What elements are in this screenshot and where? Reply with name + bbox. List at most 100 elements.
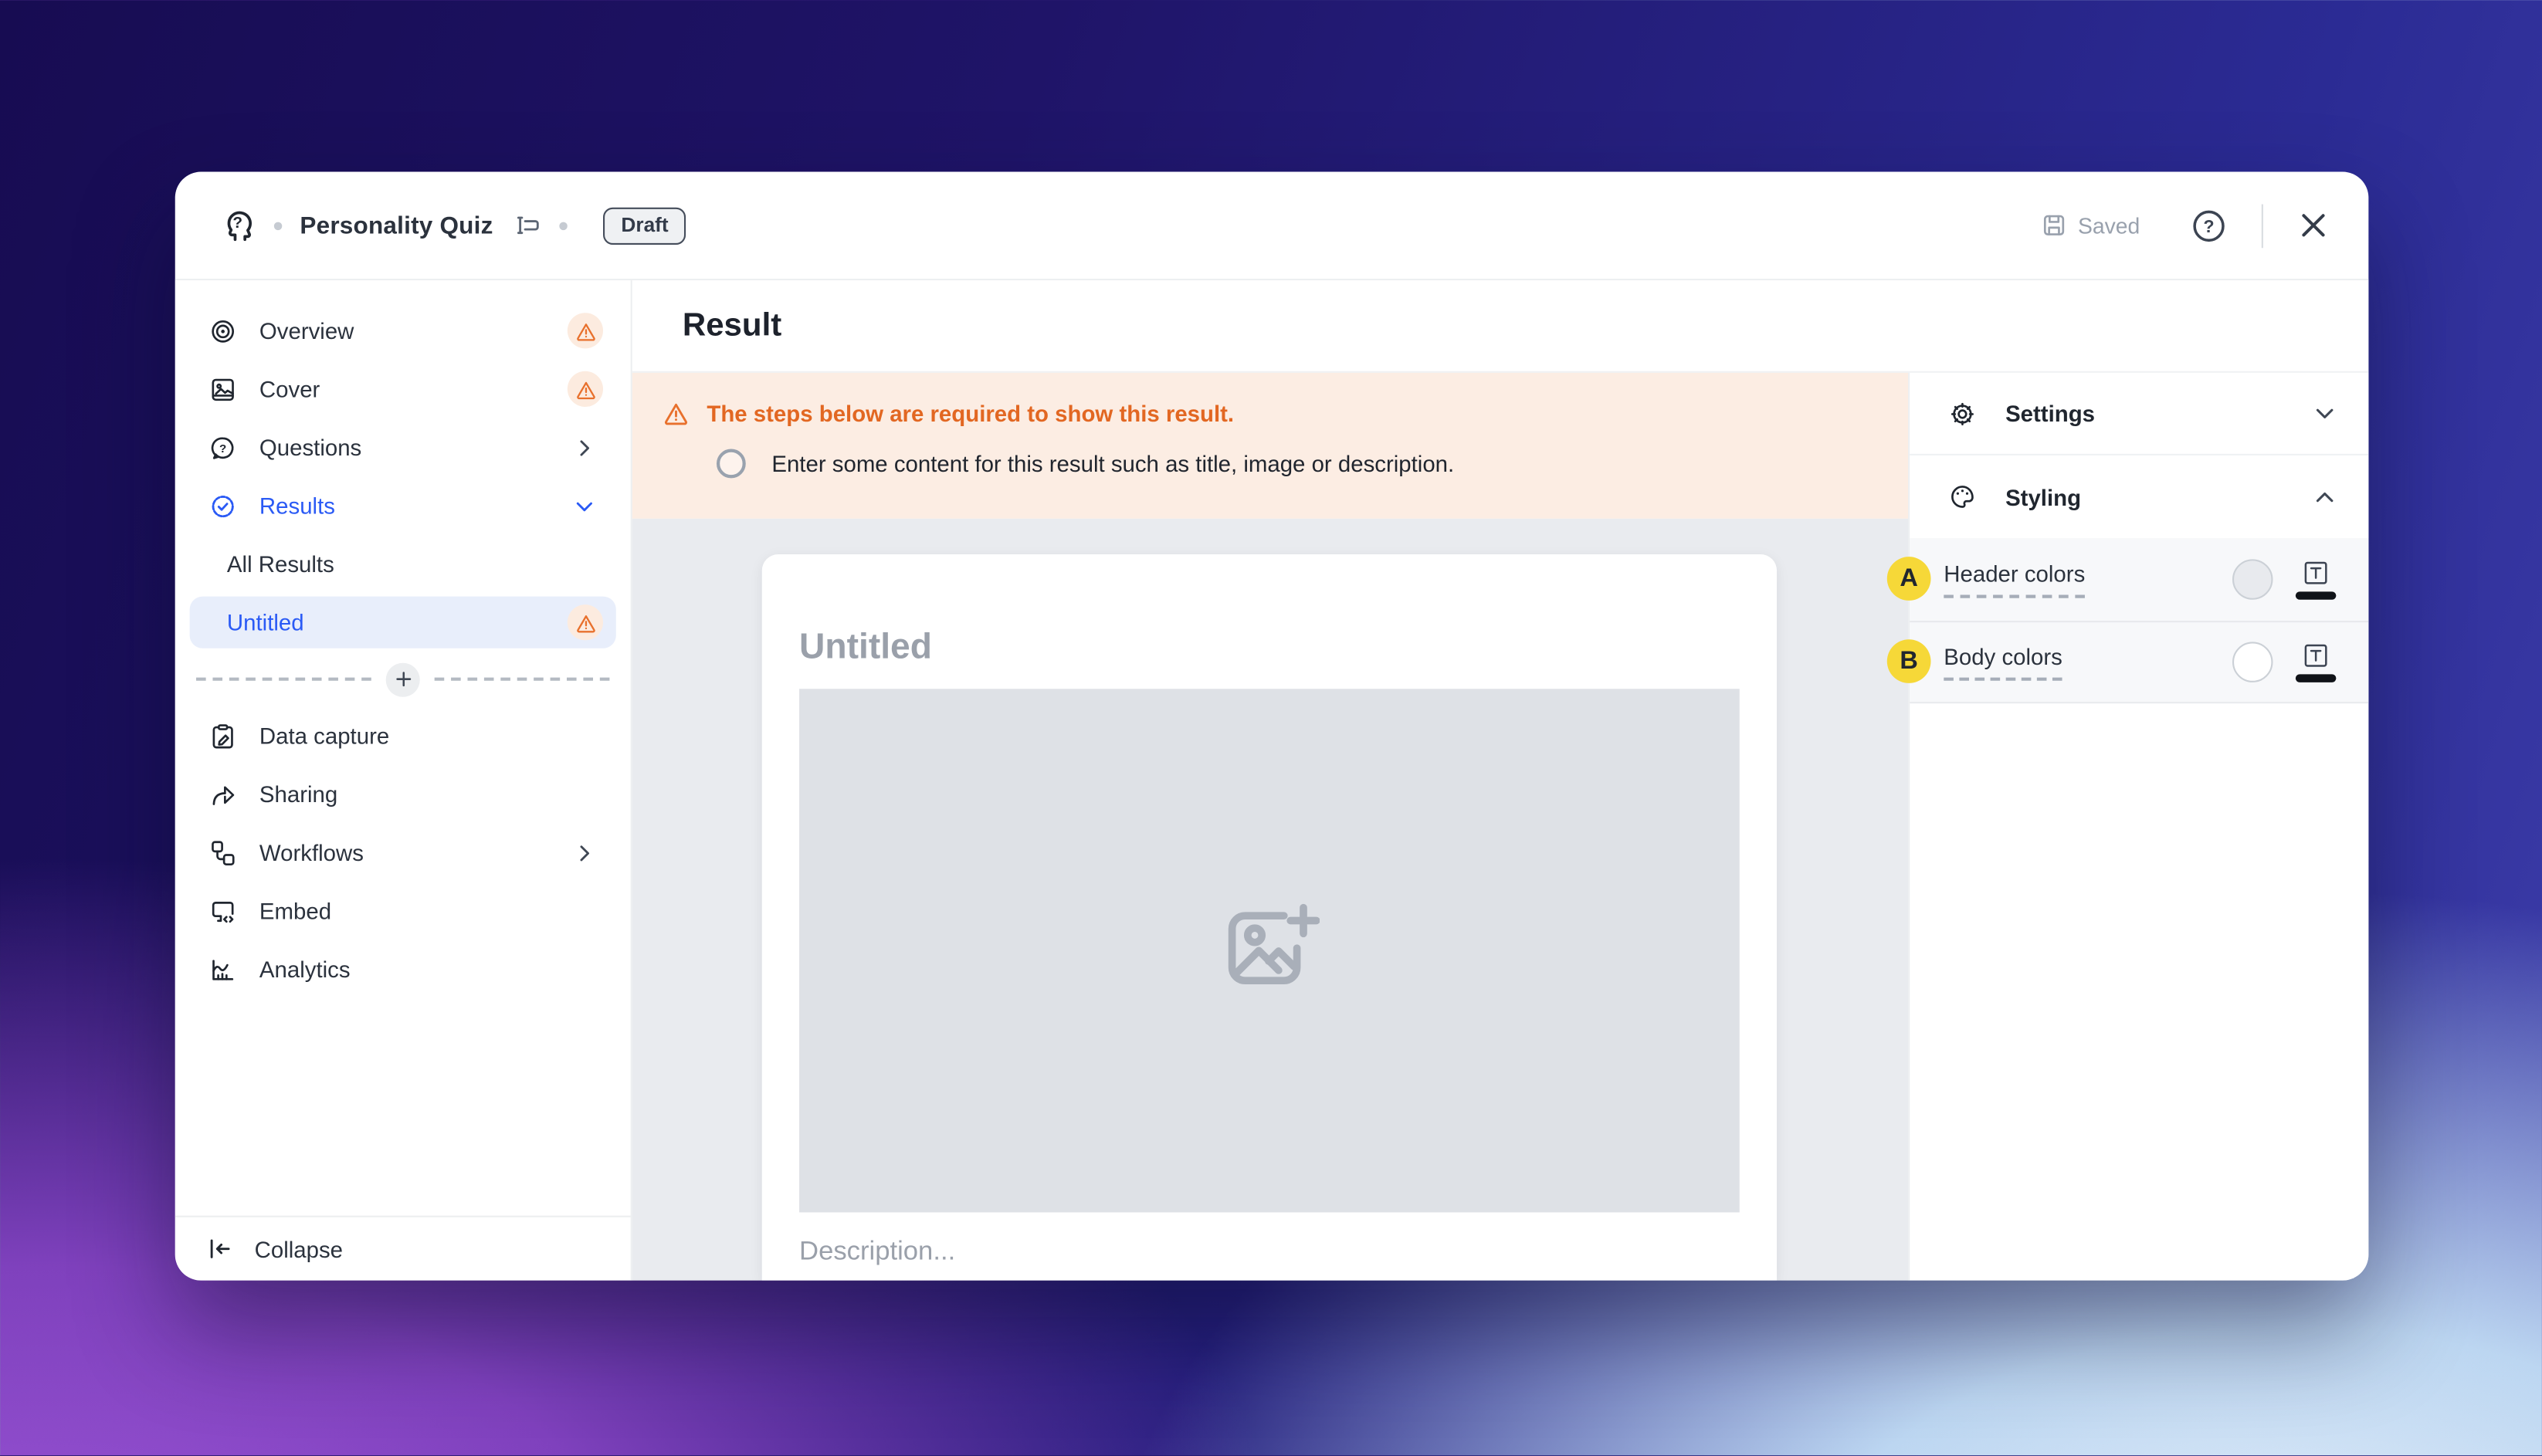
- sidebar-item-label: Cover: [259, 376, 320, 402]
- collapse-label: Collapse: [254, 1235, 344, 1262]
- text-color-icon: [2302, 641, 2330, 669]
- quiz-title[interactable]: Personality Quiz: [300, 212, 493, 239]
- sidebar-collapse-button[interactable]: Collapse: [175, 1215, 631, 1281]
- workflow-nodes-icon: [209, 838, 237, 866]
- palette-icon: [1949, 483, 1977, 511]
- sidebar-item-embed[interactable]: Embed: [190, 882, 616, 940]
- banner-title: The steps below are required to show thi…: [707, 400, 1235, 427]
- body-colors-controls: [2232, 641, 2337, 682]
- sidebar-item-label: Embed: [259, 898, 332, 924]
- sidebar-item-questions[interactable]: ? Questions: [190, 418, 616, 477]
- sidebar-nav: Overview Cover ? Questions Results All R…: [175, 280, 631, 998]
- add-result-divider: [190, 652, 616, 706]
- step-checkbox[interactable]: [716, 449, 746, 479]
- warning-icon: [567, 371, 604, 407]
- result-editor: The steps below are required to show thi…: [632, 372, 1909, 1281]
- content-row: The steps below are required to show thi…: [632, 372, 2369, 1281]
- warning-icon: [567, 604, 604, 641]
- annotation-badge-a: A: [1886, 557, 1931, 601]
- header-text-color-picker[interactable]: [2295, 558, 2337, 600]
- results-rosette-icon: [209, 492, 237, 520]
- window-body: Overview Cover ? Questions Results All R…: [175, 280, 2369, 1281]
- chevron-down-icon: [2312, 401, 2338, 427]
- chevron-right-icon: [572, 841, 596, 865]
- help-button[interactable]: ?: [2190, 207, 2227, 244]
- save-icon: [2041, 212, 2067, 239]
- embed-monitor-icon: [209, 897, 237, 925]
- result-preview-area: Untitled Description...: [632, 518, 1909, 1281]
- sidebar-item-label: Analytics: [259, 956, 351, 983]
- header-divider: [2261, 203, 2263, 248]
- sidebar-item-overview[interactable]: Overview: [190, 302, 616, 361]
- text-color-icon: [2302, 558, 2330, 586]
- dashed-line: [434, 677, 610, 681]
- analytics-chart-icon: [209, 956, 237, 984]
- result-description-placeholder[interactable]: Description...: [799, 1237, 1740, 1268]
- image-upload-placeholder[interactable]: [799, 689, 1740, 1213]
- body-colors-label[interactable]: Body colors: [1944, 643, 2062, 681]
- header-separator-dot: [273, 221, 283, 230]
- close-button[interactable]: [2294, 206, 2333, 245]
- screen: ? Personality Quiz Draft Saved ? Overvie…: [0, 0, 2542, 1456]
- right-panel: Settings Styling A Header colors B Body …: [1886, 372, 2369, 1281]
- save-status: Saved: [2041, 212, 2140, 239]
- header-colors-label[interactable]: Header colors: [1944, 560, 2086, 598]
- banner-step-row: Enter some content for this result such …: [663, 449, 1876, 479]
- text-color-bar: [2295, 591, 2337, 600]
- body-colors-row: B Body colors: [1886, 620, 2369, 702]
- page-title: Result: [632, 280, 2369, 373]
- dashed-line: [196, 677, 371, 681]
- banner-title-row: The steps below are required to show thi…: [663, 400, 1876, 427]
- text-color-bar: [2295, 673, 2337, 682]
- result-preview-card: Untitled Description...: [761, 554, 1778, 1281]
- sidebar-item-sharing[interactable]: Sharing: [190, 765, 616, 824]
- rename-icon[interactable]: [513, 211, 542, 240]
- sidebar-item-results[interactable]: Results: [190, 476, 616, 535]
- sidebar-item-cover[interactable]: Cover: [190, 360, 616, 418]
- header-background-color-swatch[interactable]: [2232, 558, 2273, 600]
- required-steps-banner: The steps below are required to show thi…: [632, 372, 1909, 519]
- sidebar-item-label: Data capture: [259, 723, 390, 749]
- sidebar-item-workflows[interactable]: Workflows: [190, 824, 616, 882]
- header-colors-controls: [2232, 558, 2337, 600]
- header-colors-row: A Header colors: [1886, 538, 2368, 620]
- chevron-right-icon: [572, 435, 596, 459]
- sidebar-item-analytics[interactable]: Analytics: [190, 940, 616, 999]
- result-title-placeholder[interactable]: Untitled: [799, 625, 1740, 668]
- image-plus-icon: [1219, 902, 1320, 999]
- settings-label: Settings: [2005, 400, 2096, 427]
- body-background-color-swatch[interactable]: [2232, 641, 2273, 682]
- sidebar-item-label: Sharing: [259, 780, 338, 808]
- sidebar: Overview Cover ? Questions Results All R…: [175, 280, 632, 1281]
- sidebar-item-untitled[interactable]: Untitled: [189, 596, 616, 648]
- annotation-badge-b: B: [1886, 639, 1931, 684]
- question-bubble-icon: ?: [209, 434, 237, 462]
- banner-step-text: Enter some content for this result such …: [771, 450, 1455, 477]
- sidebar-item-label: All Results: [226, 550, 334, 577]
- save-status-label: Saved: [2077, 213, 2140, 238]
- cover-image-icon: [209, 375, 237, 403]
- header-separator-dot: [559, 221, 568, 230]
- sidebar-item-data-capture[interactable]: Data capture: [190, 706, 616, 765]
- svg-text:?: ?: [219, 442, 226, 455]
- gear-icon: [1949, 400, 1977, 428]
- body-text-color-picker[interactable]: [2295, 641, 2337, 682]
- window-header: ? Personality Quiz Draft Saved ?: [175, 172, 2369, 281]
- sidebar-item-all-results[interactable]: All Results: [190, 535, 616, 594]
- sidebar-item-label: Overview: [259, 317, 354, 344]
- status-badge: Draft: [603, 206, 686, 244]
- svg-text:?: ?: [2204, 215, 2215, 235]
- sidebar-item-label: Workflows: [259, 839, 364, 866]
- warning-triangle-icon: [663, 401, 690, 427]
- styling-section-header[interactable]: Styling: [1910, 455, 2369, 539]
- main-column: Result The steps below are required to s…: [632, 280, 2369, 1281]
- svg-text:?: ?: [232, 214, 242, 232]
- clipboard-pencil-icon: [209, 722, 237, 750]
- add-result-button[interactable]: [385, 662, 420, 696]
- chevron-down-icon: [572, 493, 596, 517]
- chevron-up-icon: [2312, 484, 2338, 510]
- sidebar-item-label: Results: [259, 493, 335, 519]
- styling-section-body: A Header colors B Body colors: [1886, 538, 2369, 704]
- styling-label: Styling: [2005, 483, 2082, 510]
- settings-section-header[interactable]: Settings: [1910, 372, 2369, 455]
